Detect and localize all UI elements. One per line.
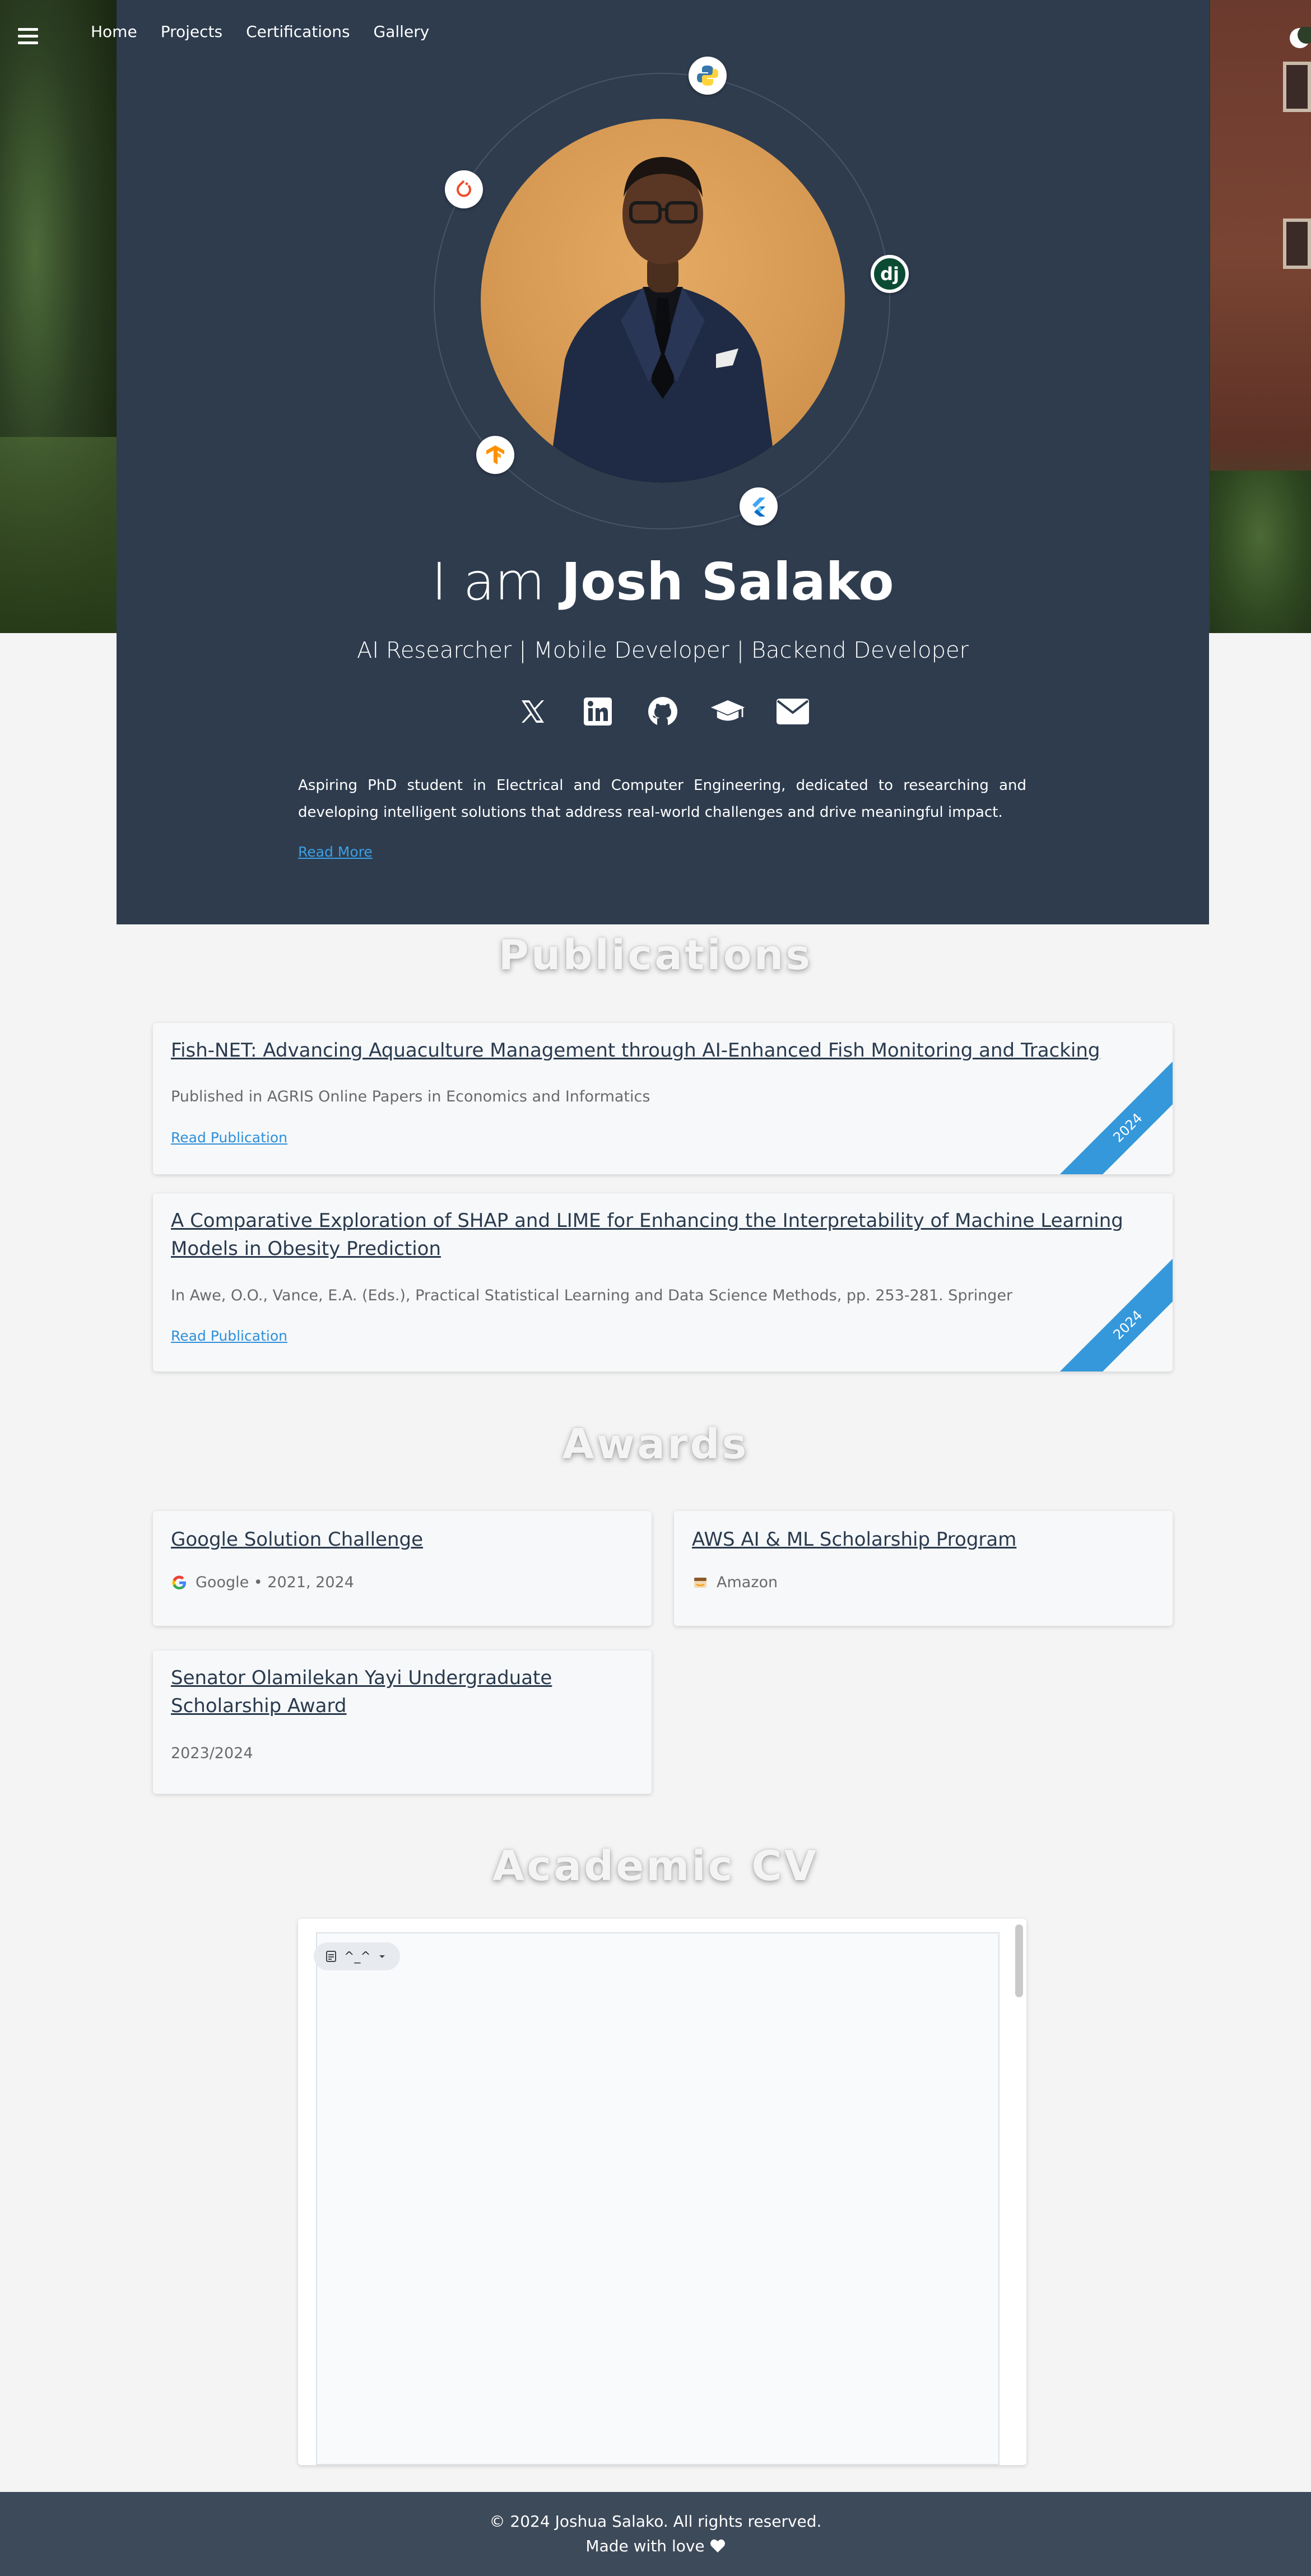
graduation-cap-icon[interactable]	[710, 695, 746, 728]
hero-title: I am Josh Salako	[117, 552, 1209, 612]
linkedin-icon[interactable]	[580, 695, 616, 728]
publication-card: A Comparative Exploration of SHAP and LI…	[153, 1193, 1173, 1371]
award-title[interactable]: AWS AI & ML Scholarship Program	[692, 1526, 1157, 1554]
publication-card: Fish-NET: Advancing Aquaculture Manageme…	[153, 1023, 1173, 1174]
nav-certifications[interactable]: Certifications	[246, 22, 350, 41]
award-card: AWS AI & ML Scholarship Program Amazon	[674, 1511, 1173, 1626]
heart-icon	[710, 2539, 725, 2552]
amazon-icon	[694, 1577, 706, 1588]
hero-section: dj I am Josh Salako AI Researcher | Mobi…	[117, 0, 1209, 924]
menu-icon[interactable]	[18, 28, 38, 45]
pytorch-icon	[445, 170, 483, 208]
year-ribbon: 2024	[1057, 1057, 1173, 1174]
nav-gallery[interactable]: Gallery	[374, 22, 430, 41]
hero-subtitle: AI Researcher | Mobile Developer | Backe…	[356, 638, 969, 663]
nav-home[interactable]: Home	[91, 22, 137, 41]
read-more-link[interactable]: Read More	[298, 844, 373, 860]
award-meta-text: 2023/2024	[171, 1745, 253, 1762]
hero-title-name: Josh Salako	[561, 552, 894, 612]
academic-cv-heading: Academic CV	[492, 1842, 819, 1890]
read-publication-link[interactable]: Read Publication	[171, 1129, 287, 1146]
footer: © 2024 Joshua Salako. All rights reserve…	[0, 2492, 1311, 2576]
caret-down-icon[interactable]	[378, 1952, 387, 1961]
django-icon: dj	[871, 255, 909, 293]
profile-photo	[481, 119, 845, 483]
flutter-icon	[740, 487, 778, 526]
google-icon	[172, 1575, 186, 1589]
publications-heading: Publications	[498, 931, 813, 979]
dark-mode-toggle-icon[interactable]	[1289, 26, 1311, 49]
cv-toolbar[interactable]: ^_^	[314, 1942, 400, 1970]
footer-made-with-text: Made with love	[585, 2537, 705, 2555]
nav-projects[interactable]: Projects	[161, 22, 222, 41]
award-meta-text: Amazon	[717, 1574, 778, 1591]
cv-document-page[interactable]	[316, 1932, 999, 2465]
main-nav: Home Projects Certifications Gallery	[91, 22, 429, 41]
footer-made-with: Made with love	[0, 2537, 1311, 2555]
publication-title[interactable]: Fish-NET: Advancing Aquaculture Manageme…	[171, 1036, 1123, 1064]
awards-heading: Awards	[562, 1420, 749, 1468]
footer-copyright: © 2024 Joshua Salako. All rights reserve…	[489, 2512, 822, 2531]
github-icon[interactable]	[645, 695, 681, 728]
publication-meta: Published in AGRIS Online Papers in Econ…	[171, 1088, 650, 1105]
year-ribbon: 2024	[1057, 1254, 1173, 1371]
award-card: Google Solution Challenge Google • 2021,…	[153, 1511, 652, 1626]
award-title[interactable]: Google Solution Challenge	[171, 1526, 636, 1554]
award-title[interactable]: Senator Olamilekan Yayi Undergraduate Sc…	[171, 1664, 636, 1720]
python-icon	[689, 57, 727, 95]
read-publication-link[interactable]: Read Publication	[171, 1328, 287, 1344]
award-meta-text: Google • 2021, 2024	[196, 1574, 354, 1591]
tensorflow-icon	[476, 436, 514, 474]
hero-description: Aspiring PhD student in Electrical and C…	[298, 777, 1026, 821]
x-icon[interactable]	[515, 695, 551, 728]
publication-title[interactable]: A Comparative Exploration of SHAP and LI…	[171, 1207, 1157, 1263]
cv-toolbar-label: ^_^	[344, 1949, 371, 1964]
email-icon[interactable]	[775, 695, 811, 728]
hero-title-prefix: I am	[431, 552, 545, 612]
document-icon	[326, 1951, 336, 1962]
cv-viewer[interactable]: ^_^	[298, 1919, 1026, 2465]
social-links	[117, 695, 1209, 728]
award-card: Senator Olamilekan Yayi Undergraduate Sc…	[153, 1650, 652, 1794]
publication-meta: In Awe, O.O., Vance, E.A. (Eds.), Practi…	[171, 1287, 1013, 1304]
cv-scrollbar[interactable]	[1015, 1924, 1023, 1997]
